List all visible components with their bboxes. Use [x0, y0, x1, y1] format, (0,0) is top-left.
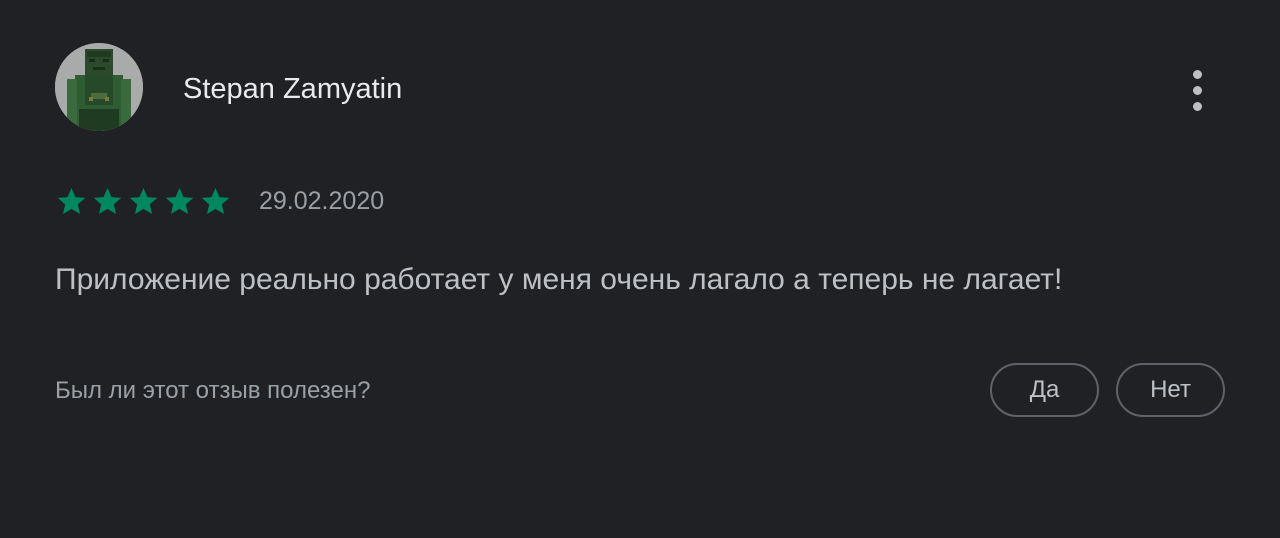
review-text: Приложение реально работает у меня очень…: [55, 263, 1063, 296]
avatar[interactable]: [55, 43, 143, 131]
star-icon: [165, 187, 194, 214]
helpful-no-button[interactable]: Нет: [1116, 363, 1225, 417]
star-icon: [129, 187, 158, 214]
star-icon: [93, 187, 122, 214]
more-vert-icon-dot: [1192, 101, 1202, 111]
helpful-yes-button[interactable]: Да: [990, 363, 1099, 417]
review-card: Stepan Zamyatin 29.02.2020 Приложение ре…: [0, 0, 1280, 538]
helpful-question: Был ли этот отзыв полезен?: [55, 377, 371, 404]
review-date: 29.02.2020: [259, 186, 385, 215]
star-rating: [55, 185, 232, 218]
author-name: Stepan Zamyatin: [183, 73, 403, 105]
more-vert-icon: [1192, 69, 1202, 79]
more-options-button[interactable]: [1176, 66, 1218, 114]
rating-row: 29.02.2020: [55, 183, 384, 219]
more-vert-icon-dot: [1192, 85, 1202, 95]
minecraft-skin-avatar-icon: [55, 43, 143, 131]
star-icon: [57, 187, 86, 214]
star-icon: [201, 187, 230, 214]
